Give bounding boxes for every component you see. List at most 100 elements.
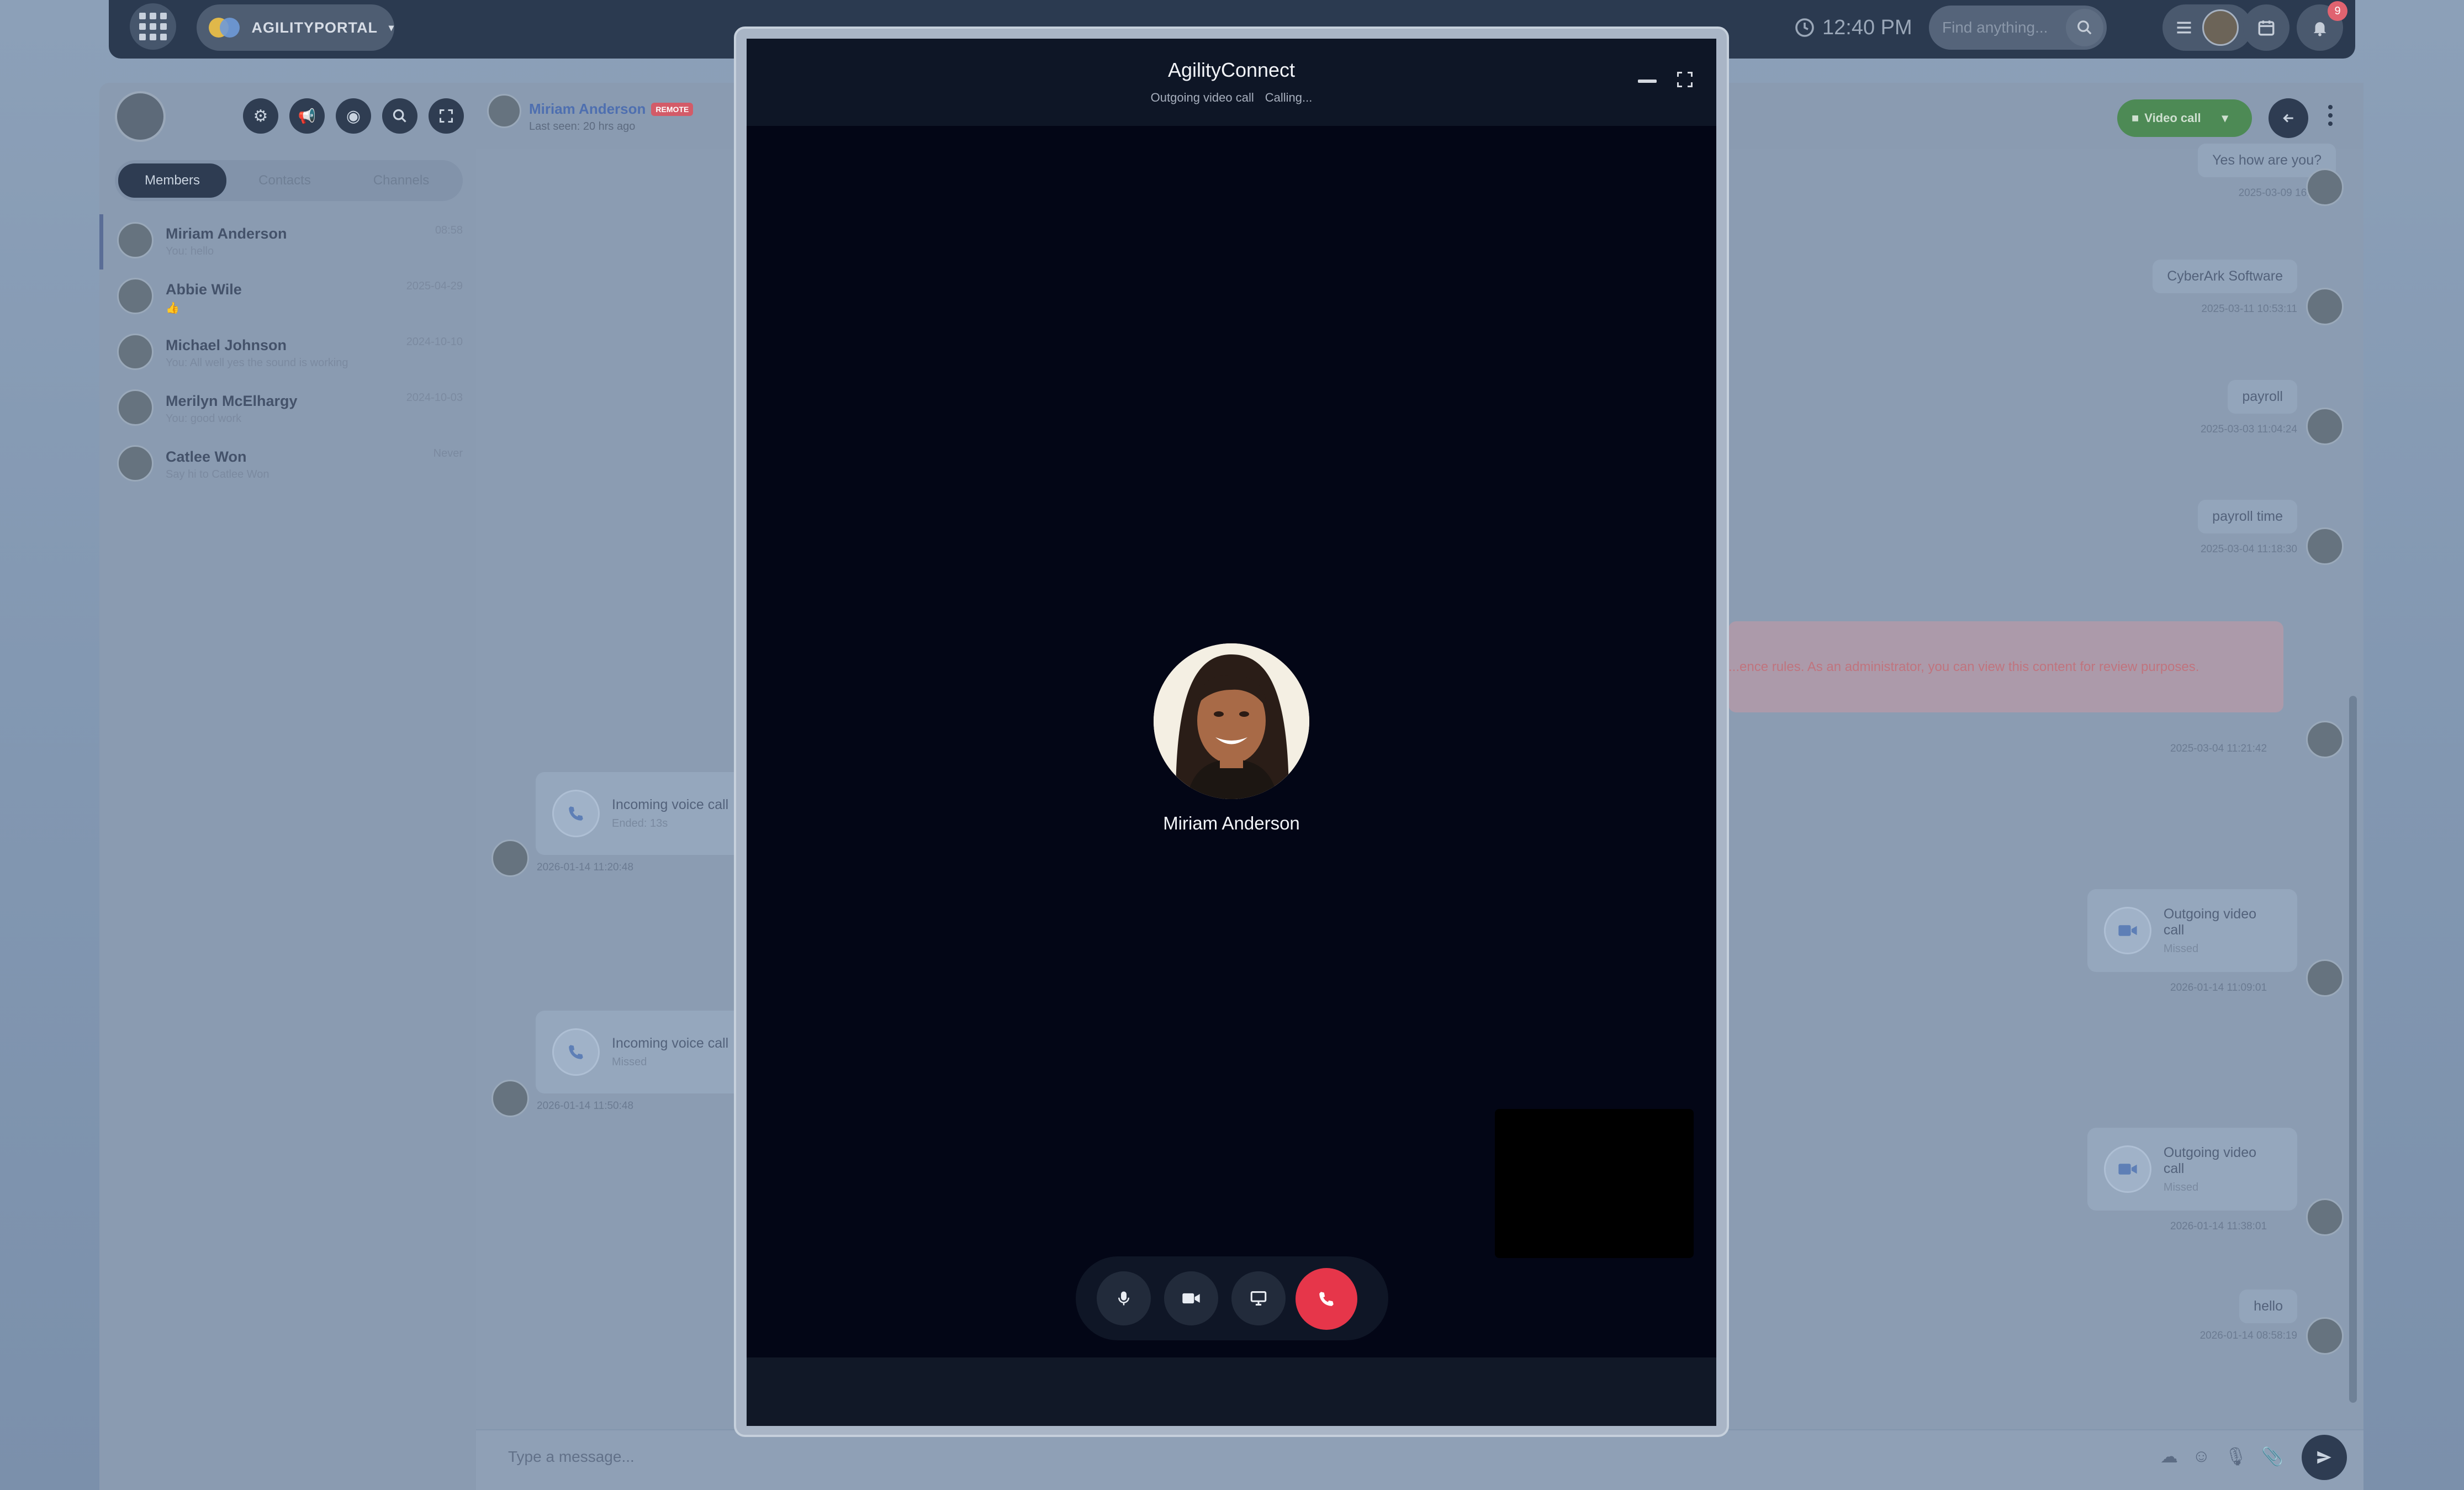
hang-up-button[interactable] [1296,1268,1357,1330]
message-bubble: CyberArk Software 2025-03-11 10:53:11 [2143,260,2297,315]
settings-button[interactable]: ⚙ [243,98,278,134]
expand-icon [439,109,453,123]
emoji-icon[interactable]: ☺ [2192,1446,2211,1467]
contact-item[interactable]: Abbie Wile 👍 2025-04-29 [99,270,476,325]
gif-icon[interactable]: ☁ [2160,1446,2178,1467]
chat-contact-label: Miriam Anderson [529,101,646,117]
call-status: Missed [2163,1181,2199,1193]
notifications-button[interactable]: 9 [2297,1,2347,51]
contact-name: Miriam Anderson [166,225,287,242]
phone-icon [552,1028,600,1076]
mute-button[interactable] [1097,1271,1151,1325]
gear-icon: ⚙ [253,107,268,125]
message-composer [476,1429,2363,1490]
message-time: 2025-03-03 11:04:24 [2200,424,2297,435]
message-bubble: payroll time 2025-03-04 11:18:30 [2143,500,2297,556]
contact-item[interactable]: Miriam Anderson You: hello 08:58 [99,214,476,270]
call-title: Incoming voice call [612,797,729,812]
expand-icon [1677,72,1693,87]
call-card[interactable]: Outgoing video call Missed [2087,1128,2297,1211]
tab-members[interactable]: Members [118,163,226,198]
message-time: 2025-03-11 10:53:11 [2201,303,2297,315]
global-search[interactable]: Find anything... [1929,6,2107,50]
video-camera-icon [1182,1293,1200,1304]
search-input[interactable]: Find anything... [1942,19,2048,36]
composer-tools: ☁ ☺ 🎙 📎 [2160,1446,2283,1467]
microphone-icon[interactable]: 🎙 [2225,1446,2248,1467]
avatar [2306,168,2344,206]
call-card[interactable]: Outgoing video call Missed [2087,889,2297,972]
contact-date: Never [433,447,463,459]
callee-name: Miriam Anderson [1163,813,1300,833]
avatar [2306,721,2344,758]
send-button[interactable] [2302,1435,2347,1480]
call-status: Missed [612,1056,647,1068]
avatar [491,1080,529,1117]
phone-icon [1319,1292,1334,1306]
contact-name: Catlee Won [166,448,247,465]
call-title: Outgoing video call [2163,1144,2257,1176]
arrow-left-icon [2283,114,2293,123]
brand-logo-icon [209,18,240,38]
avatar [117,445,154,482]
user-menu-button[interactable] [2162,4,2252,51]
my-avatar[interactable] [115,91,166,142]
target-icon: ◉ [346,107,361,125]
apps-grid-button[interactable] [130,3,176,50]
message-input[interactable]: Type a message... [508,1448,634,1466]
avatar [117,389,154,426]
more-options-icon[interactable] [2328,105,2333,126]
call-title: Incoming voice call [612,1035,729,1051]
admin-notice: ...ence rules. As an administrator, you … [1728,621,2283,712]
call-status: Missed [2163,942,2199,955]
tab-contacts[interactable]: Contacts [226,173,343,188]
chat-contact-name[interactable]: Miriam Anderson REMOTE [529,101,694,118]
video-call-label: Video call [2144,111,2201,125]
announce-button[interactable]: 📢 [289,98,325,134]
video-camera-icon [2104,907,2151,954]
contact-item[interactable]: Merilyn McElhargy You: good work 2024-10… [99,382,476,437]
clock-icon [1795,18,1814,37]
search-button[interactable] [2066,9,2103,46]
call-type: Outgoing video call [1150,91,1254,104]
message-text: hello [2239,1290,2297,1323]
notification-badge: 9 [2328,1,2347,21]
menu-icon [2177,22,2191,34]
back-button[interactable] [2269,98,2308,138]
sidebar-tabs: Members Contacts Channels [115,160,463,201]
brand-switcher[interactable]: AGILITYPORTAL ▾ [197,4,394,51]
sidebar-search-button[interactable] [382,98,417,134]
contact-preview: Say hi to Catlee Won [166,468,269,480]
contact-item[interactable]: Michael Johnson You: All well yes the so… [99,326,476,381]
contact-item[interactable]: Catlee Won Say hi to Catlee Won Never [99,437,476,493]
status-button[interactable]: ◉ [336,98,371,134]
contact-name: Michael Johnson [166,337,287,353]
tab-channels[interactable]: Channels [343,173,459,188]
minimize-button[interactable] [1638,80,1657,83]
modal-footer [747,1357,1716,1426]
call-title: Outgoing video call [2163,906,2257,938]
fullscreen-button[interactable] [429,98,464,134]
clock: 12:40 PM [1795,14,1912,41]
send-icon [2317,1451,2331,1464]
message-time: 2026-01-14 11:09:01 [2170,982,2267,994]
local-video-preview[interactable] [1495,1109,1694,1258]
avatar [487,94,521,128]
user-avatar [2202,9,2239,46]
screen-share-button[interactable] [1231,1271,1286,1325]
chevron-down-icon: ▾ [2222,111,2228,125]
chat-scrollbar[interactable] [2349,696,2357,1403]
contact-date: 08:58 [435,224,463,236]
microphone-icon [1118,1291,1129,1306]
video-call-button[interactable]: ■ Video call ▾ [2117,99,2252,137]
contact-date: 2024-10-03 [406,392,463,404]
modal-subtitle: Outgoing video call Calling... [747,91,1716,105]
search-icon [2077,20,2092,35]
contact-date: 2024-10-10 [406,336,463,348]
calendar-button[interactable] [2243,4,2289,51]
maximize-button[interactable] [1677,71,1693,88]
camera-button[interactable] [1164,1271,1218,1325]
attachment-icon[interactable]: 📎 [2261,1446,2283,1467]
video-call-modal: AgilityConnect Outgoing video call Callin… [747,39,1716,1426]
contact-preview: You: good work [166,413,242,425]
